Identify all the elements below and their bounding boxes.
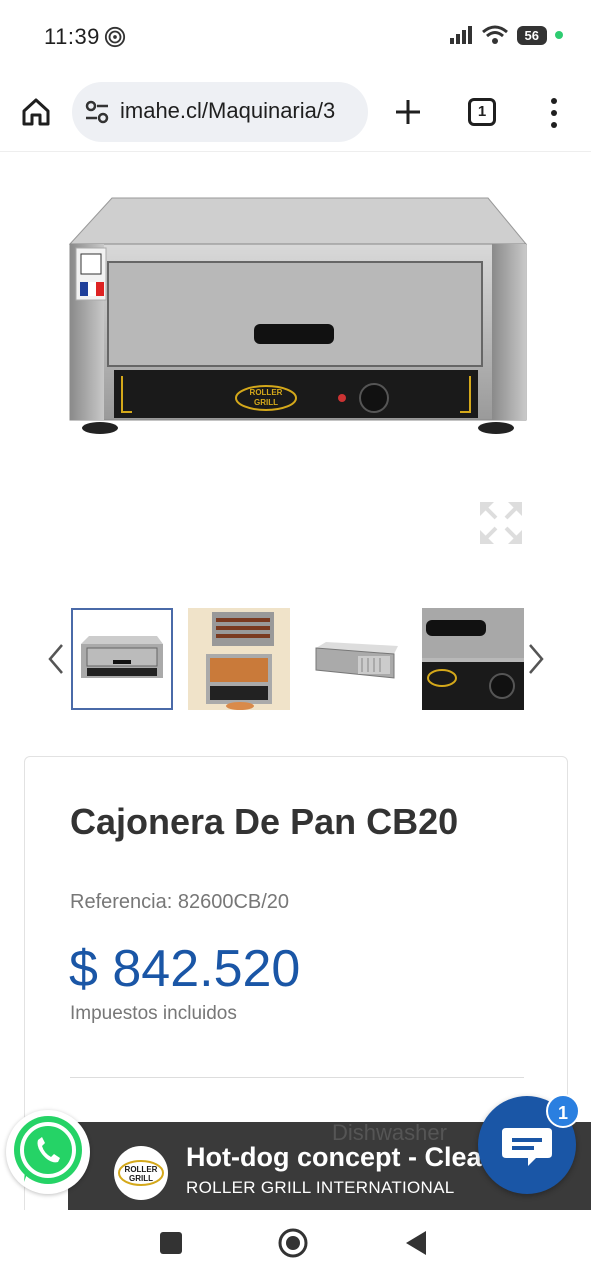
fullscreen-expand-icon[interactable] — [476, 498, 526, 548]
product-price: $ 842.520 — [69, 940, 301, 998]
fingerprint-icon — [104, 26, 126, 48]
tabs-icon[interactable]: 1 — [468, 98, 496, 126]
status-icons: 56 — [449, 24, 563, 46]
url-bar[interactable]: imahe.cl/Maquinaria/3 — [72, 82, 368, 142]
status-bar: 11:39 56 — [0, 0, 591, 76]
product-main-image[interactable]: ROLLER GRILL — [60, 180, 530, 450]
ad-subtitle: ROLLER GRILL INTERNATIONAL — [186, 1178, 455, 1197]
phone-screen: 11:39 56 imahe.cl/Maquinaria/3 1 ROLLER … — [0, 0, 591, 1280]
back-icon[interactable] — [404, 1230, 428, 1256]
battery-icon: 56 — [516, 25, 547, 45]
home-nav-icon[interactable] — [278, 1228, 308, 1258]
chevron-left-icon[interactable] — [46, 642, 66, 676]
signal-icon — [449, 26, 472, 44]
product-title: Cajonera De Pan CB20 — [70, 801, 459, 842]
wifi-icon — [481, 25, 508, 44]
product-reference: Referencia: 82600CB/20 — [70, 891, 290, 913]
divider — [70, 1077, 524, 1078]
brand-logo-grill: GRILL — [254, 398, 278, 407]
chevron-right-icon[interactable] — [526, 642, 546, 676]
chat-notification-badge: 1 — [546, 1094, 580, 1128]
whatsapp-icon — [14, 1116, 82, 1184]
whatsapp-button[interactable] — [6, 1110, 90, 1194]
roller-grill-logo: ROLLER GRILL — [114, 1146, 168, 1200]
thumbnail-carousel — [40, 606, 560, 714]
tune-icon[interactable] — [84, 100, 110, 124]
ad-logo-grill: GRILL — [129, 1174, 153, 1183]
privacy-indicator-dot — [555, 31, 563, 39]
browser-toolbar: imahe.cl/Maquinaria/3 1 — [0, 76, 591, 152]
plus-icon[interactable] — [392, 96, 424, 128]
url-text[interactable]: imahe.cl/Maquinaria/3 — [120, 98, 360, 124]
ad-logo-roller: ROLLER — [125, 1165, 158, 1174]
status-time: 11:39 — [44, 24, 100, 49]
more-vert-icon[interactable] — [544, 96, 564, 130]
home-icon[interactable] — [20, 96, 52, 128]
thumbnail-2[interactable] — [188, 608, 290, 710]
brand-logo-roller: ROLLER — [250, 388, 283, 397]
tax-note: Impuestos incluidos — [70, 1003, 237, 1024]
ad-title[interactable]: Hot-dog concept - Clean — [186, 1142, 498, 1173]
thumbnail-4[interactable] — [422, 608, 524, 710]
recents-icon[interactable] — [160, 1232, 182, 1254]
system-nav-bar — [0, 1210, 591, 1280]
thumbnail-3[interactable] — [306, 608, 408, 710]
thumbnail-1[interactable] — [71, 608, 173, 710]
